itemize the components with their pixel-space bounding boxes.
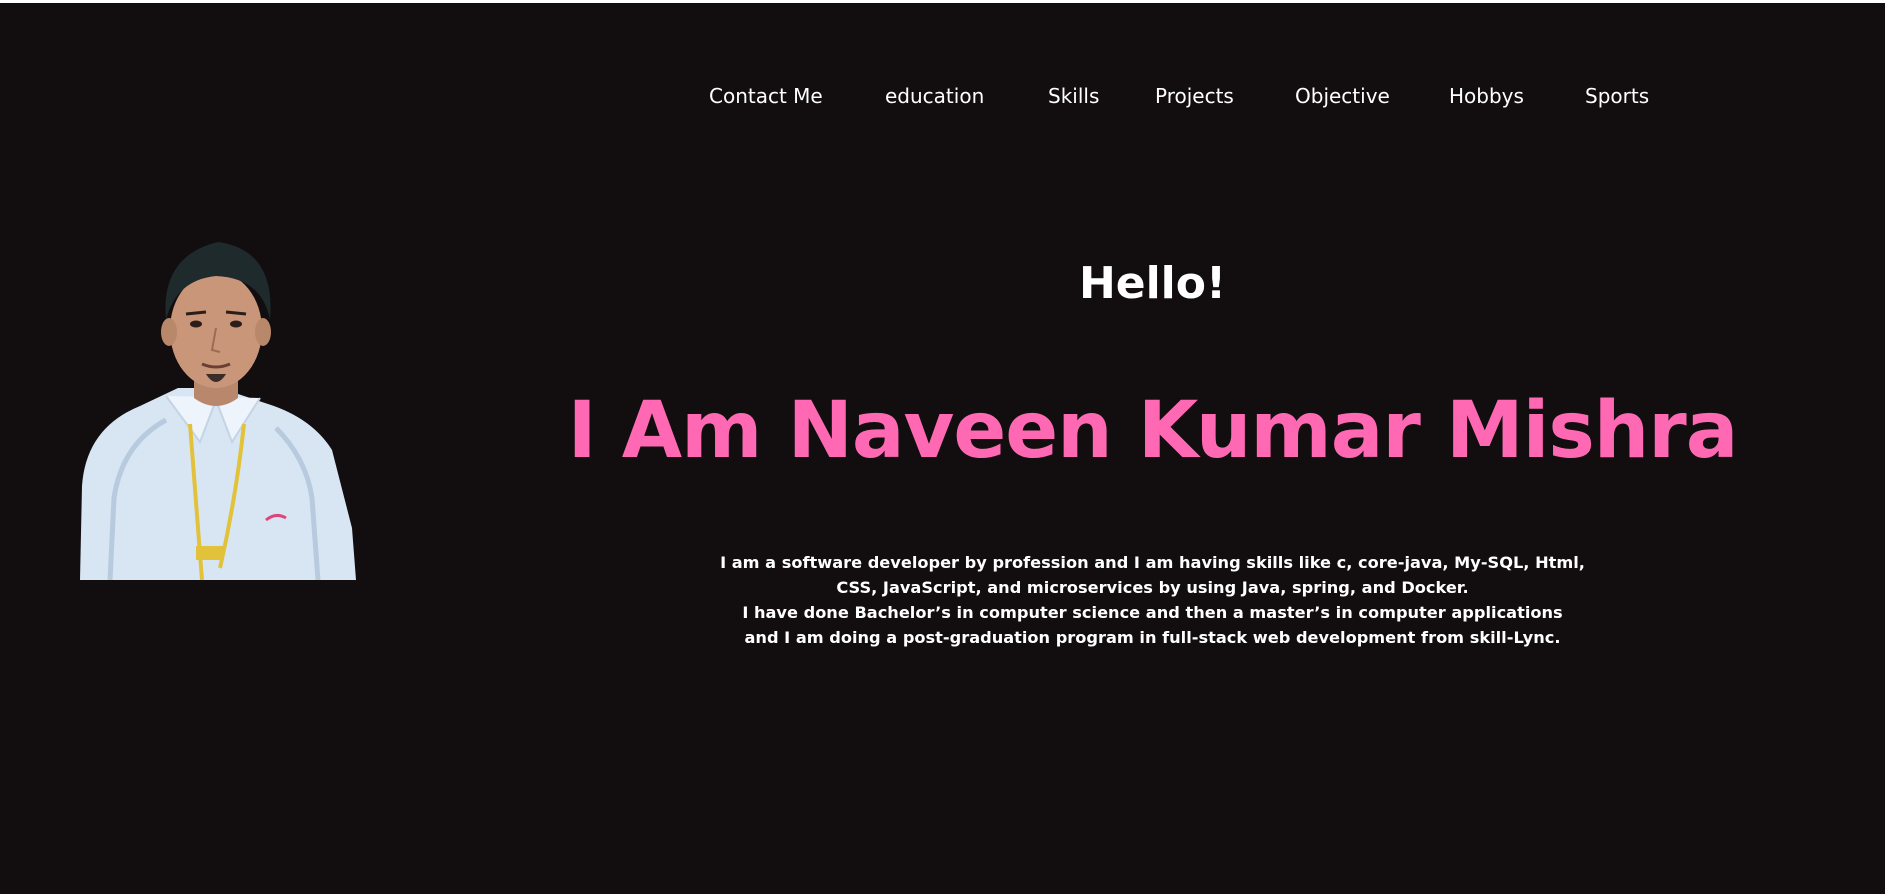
bio-line: I am a software developer by profession … <box>720 553 1585 572</box>
nav-link-hobbys[interactable]: Hobbys <box>1449 84 1524 108</box>
hero-name-heading: I Am Naveen Kumar Mishra <box>567 386 1739 476</box>
top-border-line <box>0 0 1885 3</box>
nav-link-sports[interactable]: Sports <box>1585 84 1649 108</box>
hero-bio: I am a software developer by profession … <box>0 550 1885 650</box>
nav-link-projects[interactable]: Projects <box>1155 84 1234 108</box>
nav-link-objective[interactable]: Objective <box>1295 84 1390 108</box>
bio-line: I have done Bachelor’s in computer scien… <box>742 603 1563 622</box>
nav-link-education[interactable]: education <box>885 84 984 108</box>
nav-link-contact-me[interactable]: Contact Me <box>709 84 823 108</box>
main-navigation: Contact Me education Skills Projects Obj… <box>0 84 1885 114</box>
hero-greeting: Hello! <box>1078 258 1227 309</box>
nav-link-skills[interactable]: Skills <box>1048 84 1099 108</box>
bio-line: and I am doing a post-graduation program… <box>744 628 1561 647</box>
bio-line: CSS, JavaScript, and microservices by us… <box>836 578 1469 597</box>
